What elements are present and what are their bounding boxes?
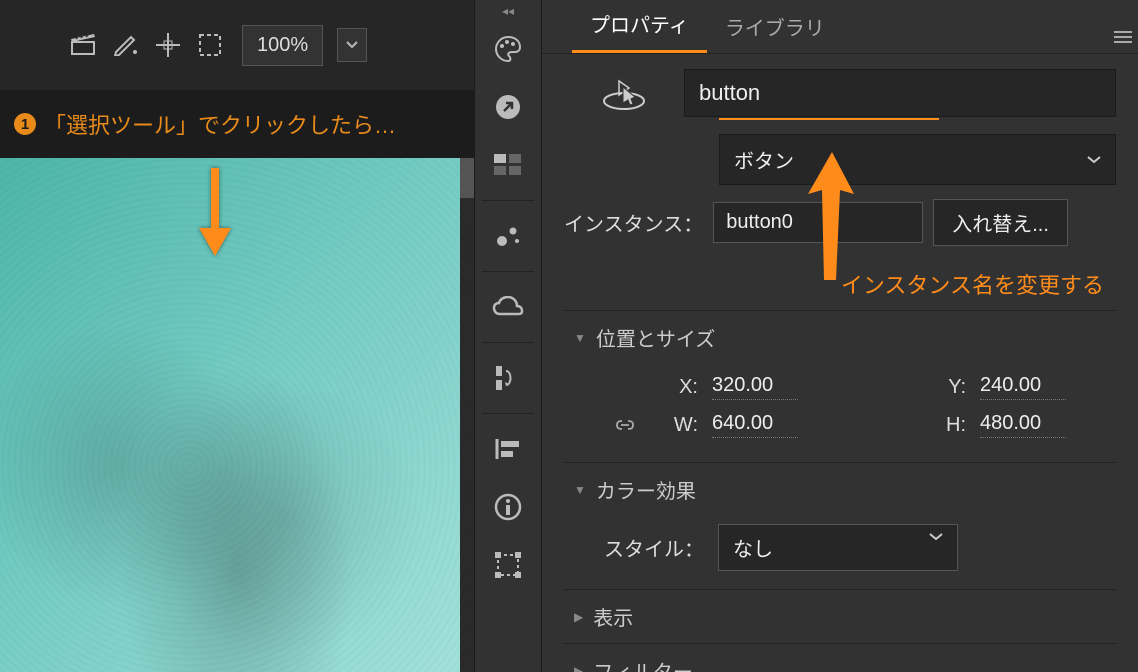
panel-tabs: プロパティ ライブラリ xyxy=(542,0,1138,54)
section-position-size[interactable]: ▼ 位置とサイズ xyxy=(564,310,1116,364)
arrow-down-icon xyxy=(195,168,235,258)
cloud-icon[interactable] xyxy=(475,278,541,336)
palette-icon[interactable] xyxy=(475,20,541,78)
canvas-toolbar: 100% xyxy=(0,0,474,90)
chevron-down-icon xyxy=(929,533,943,541)
symbol-type-select[interactable]: ボタン xyxy=(719,134,1116,185)
x-label: X: xyxy=(668,376,698,399)
canvas-scrollbar[interactable] xyxy=(460,158,474,672)
style-select[interactable]: なし xyxy=(718,524,958,571)
triangle-right-icon: ▶ xyxy=(574,610,583,624)
style-value: なし xyxy=(733,533,773,562)
section-color-label: カラー効果 xyxy=(596,475,696,504)
w-label: W: xyxy=(668,414,698,437)
step-number-icon: 1 xyxy=(14,113,36,135)
style-label: スタイル： xyxy=(604,533,704,562)
pencil-icon[interactable] xyxy=(112,31,140,59)
triangle-right-icon: ▶ xyxy=(574,664,583,672)
triangle-down-icon: ▼ xyxy=(574,331,586,345)
section-color-effect[interactable]: ▼ カラー効果 xyxy=(564,462,1116,516)
collapse-icon[interactable]: ◂◂ xyxy=(475,4,541,20)
section-filter-label: フィルター xyxy=(593,656,693,672)
clapper-icon[interactable] xyxy=(70,31,98,59)
h-value[interactable]: 480.00 xyxy=(980,412,1066,438)
section-display[interactable]: ▶ 表示 xyxy=(564,589,1116,643)
section-display-label: 表示 xyxy=(593,602,633,631)
panel-menu-icon[interactable] xyxy=(1114,30,1132,44)
align-icon[interactable] xyxy=(475,420,541,478)
tab-properties[interactable]: プロパティ xyxy=(572,0,707,53)
link-wh-icon[interactable] xyxy=(614,418,644,432)
marquee-icon[interactable] xyxy=(196,31,224,59)
panel-icon-column: ◂◂ xyxy=(474,0,542,672)
section-filter[interactable]: ▶ フィルター xyxy=(564,643,1116,672)
zoom-dropdown[interactable] xyxy=(337,28,367,62)
tab-library[interactable]: ライブラリ xyxy=(707,2,843,53)
swap-button[interactable]: 入れ替え... xyxy=(933,199,1068,246)
highlight-underline xyxy=(719,118,939,120)
annotation-step-1: 1 「選択ツール」でクリックしたら… xyxy=(0,90,474,158)
h-label: H: xyxy=(936,414,966,437)
dots-icon[interactable] xyxy=(475,207,541,265)
y-label: Y: xyxy=(936,376,966,399)
section-pos-size-label: 位置とサイズ xyxy=(596,323,715,352)
crosshair-icon[interactable] xyxy=(154,31,182,59)
info-icon[interactable] xyxy=(475,478,541,536)
button-symbol-icon xyxy=(594,68,654,118)
motion-path-icon[interactable] xyxy=(475,349,541,407)
share-arrow-icon[interactable] xyxy=(475,78,541,136)
instance-name-input[interactable] xyxy=(684,69,1116,117)
arrow-up-icon xyxy=(802,150,862,280)
symbol-type-value: ボタン xyxy=(734,145,794,174)
grid-layout-icon[interactable] xyxy=(475,136,541,194)
chevron-down-icon xyxy=(1087,156,1101,164)
properties-panel: プロパティ ライブラリ ボタン xyxy=(542,0,1138,672)
instance-label: インスタンス： xyxy=(564,208,703,237)
x-value[interactable]: 320.00 xyxy=(712,374,798,400)
w-value[interactable]: 640.00 xyxy=(712,412,798,438)
transform-icon[interactable] xyxy=(475,536,541,594)
y-value[interactable]: 240.00 xyxy=(980,374,1066,400)
zoom-value: 100% xyxy=(257,34,308,57)
triangle-down-icon: ▼ xyxy=(574,483,586,497)
zoom-select[interactable]: 100% xyxy=(242,25,323,66)
annotation-step-1-text: 「選択ツール」でクリックしたら… xyxy=(44,108,396,140)
stage-canvas[interactable] xyxy=(0,158,474,672)
